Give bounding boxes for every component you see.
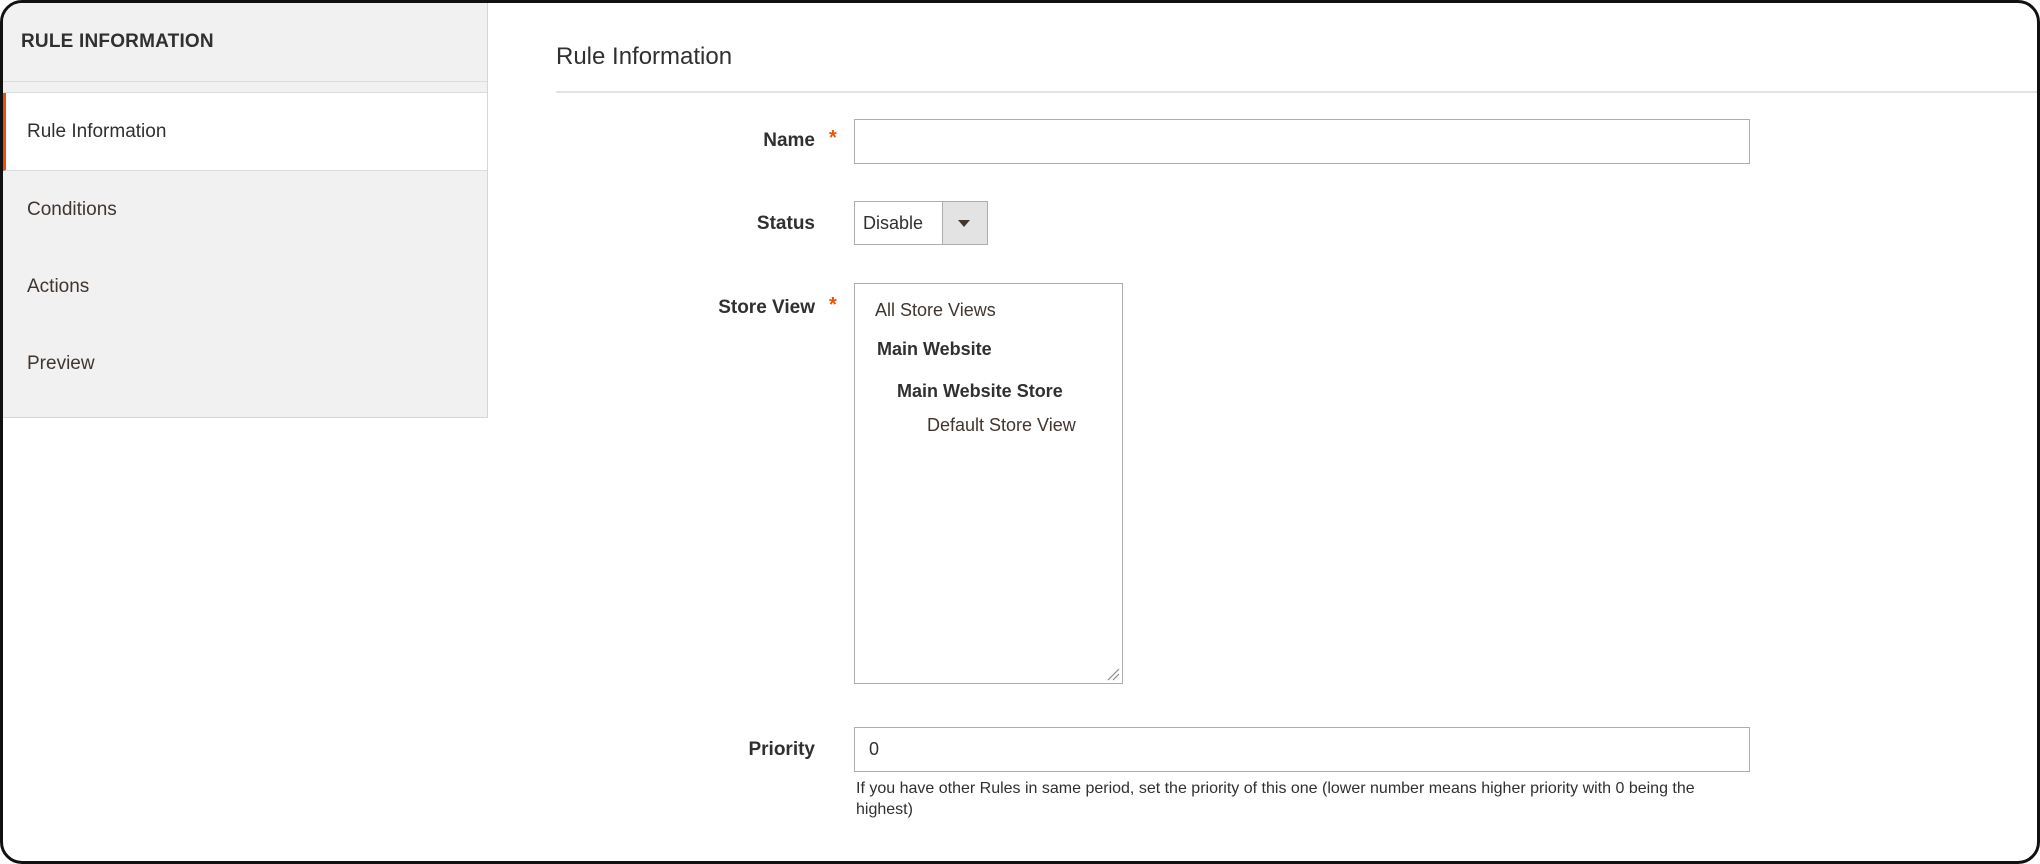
- sidebar-item-preview[interactable]: Preview: [3, 325, 487, 402]
- status-label: Status: [756, 213, 815, 234]
- sidebar-item-actions[interactable]: Actions: [3, 248, 487, 325]
- sidebar-item-rule-information[interactable]: Rule Information: [3, 93, 487, 171]
- app-window: RULE INFORMATION Rule Information Condit…: [0, 0, 2040, 864]
- store-view-multiselect[interactable]: All Store Views Main Website Main Websit…: [854, 283, 1123, 684]
- chevron-down-icon: [958, 220, 970, 227]
- status-selected-value: Disable: [863, 213, 924, 233]
- store-view-option-default[interactable]: Default Store View: [927, 415, 1076, 436]
- store-view-required-marker: *: [829, 294, 837, 316]
- status-select[interactable]: Disable: [854, 201, 988, 245]
- priority-label: Priority: [748, 739, 815, 760]
- sidebar: RULE INFORMATION Rule Information Condit…: [3, 3, 488, 418]
- status-dropdown-button[interactable]: [942, 202, 987, 244]
- sidebar-title: RULE INFORMATION: [3, 3, 487, 82]
- section-title: Rule Information: [556, 43, 733, 70]
- sidebar-item-conditions[interactable]: Conditions: [3, 171, 487, 248]
- store-view-option-all[interactable]: All Store Views: [875, 300, 996, 321]
- store-view-label: Store View: [718, 297, 815, 318]
- section-divider: [556, 91, 2037, 93]
- store-view-group-main-website-store: Main Website Store: [897, 381, 1063, 401]
- priority-note: If you have other Rules in same period, …: [856, 780, 1695, 818]
- priority-input[interactable]: [854, 727, 1750, 772]
- sidebar-divider: [3, 82, 487, 93]
- resize-grip-icon[interactable]: [1106, 667, 1120, 681]
- store-view-group-main-website: Main Website: [877, 339, 992, 359]
- name-required-marker: *: [829, 127, 837, 149]
- name-label: Name: [763, 130, 815, 151]
- name-input[interactable]: [854, 119, 1750, 164]
